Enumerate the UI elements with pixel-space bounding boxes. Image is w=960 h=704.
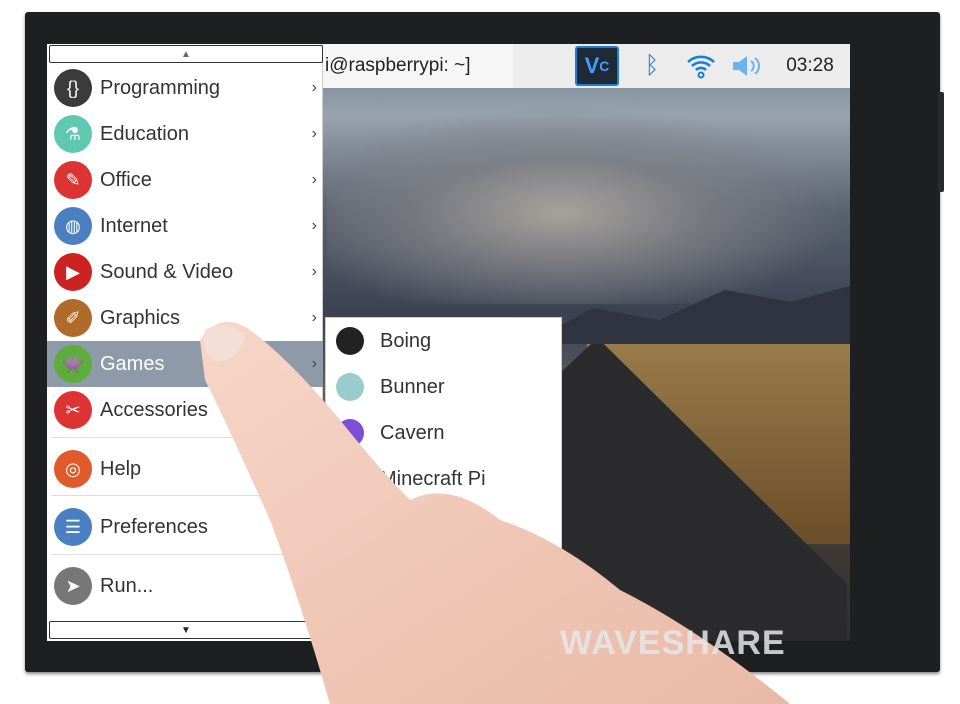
hand-overlay (200, 322, 790, 704)
watermark: WAVESHARE (560, 624, 786, 662)
